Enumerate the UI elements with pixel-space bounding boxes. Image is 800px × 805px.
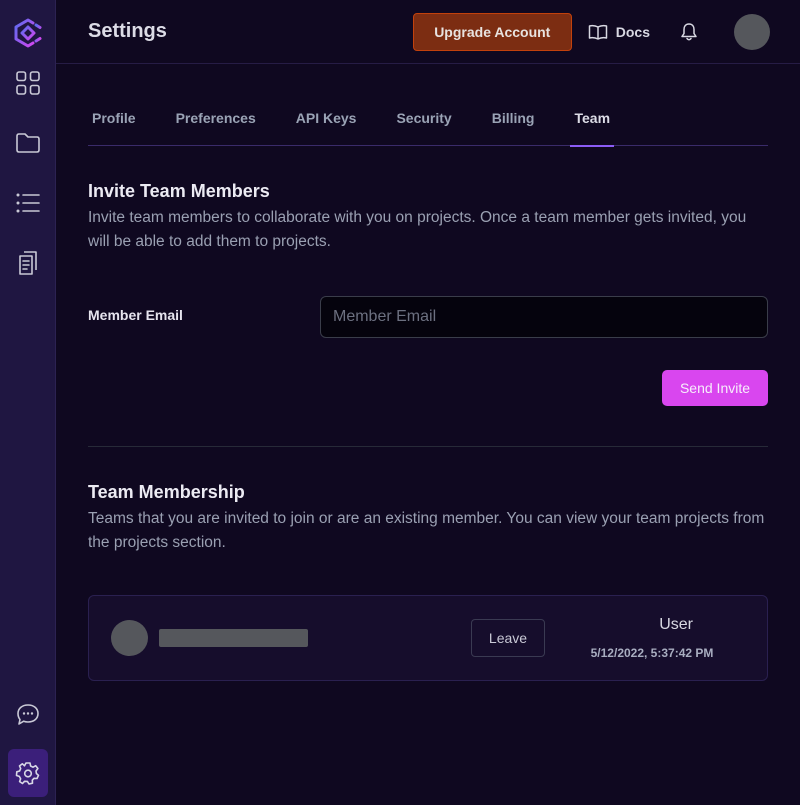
upgrade-account-button[interactable]: Upgrade Account	[412, 12, 572, 51]
sidebar-item-documents[interactable]	[8, 243, 48, 283]
sidebar	[0, 0, 56, 805]
member-meta: User 5/12/2022, 5:37:42 PM	[585, 616, 719, 660]
member-email-input[interactable]	[320, 296, 768, 338]
leave-team-button[interactable]: Leave	[471, 619, 545, 657]
app-logo-icon[interactable]	[12, 17, 44, 49]
chat-icon	[16, 704, 39, 725]
sidebar-nav	[8, 63, 48, 283]
settings-content: Profile Preferences API Keys Security Bi…	[56, 97, 800, 681]
email-label: Member Email	[88, 307, 183, 323]
sidebar-item-projects[interactable]	[8, 123, 48, 163]
main-panel: Settings Upgrade Account Docs Profile Pr…	[56, 0, 800, 805]
user-avatar[interactable]	[734, 13, 770, 50]
membership-description: Teams that you are invited to join or ar…	[88, 510, 765, 551]
team-member-card: Leave User 5/12/2022, 5:37:42 PM	[88, 595, 768, 681]
section-divider	[88, 446, 768, 447]
member-name-placeholder	[159, 629, 308, 647]
sidebar-item-chat[interactable]	[8, 695, 48, 735]
membership-section: Team Membership Teams that you are invit…	[88, 482, 768, 681]
tab-preferences[interactable]: Preferences	[176, 97, 256, 146]
top-bar: Settings Upgrade Account Docs	[56, 0, 800, 64]
send-invite-row: Send Invite	[88, 370, 768, 406]
folder-icon	[15, 133, 40, 153]
notifications-button[interactable]	[680, 22, 698, 42]
membership-title: Team Membership	[88, 482, 245, 502]
settings-tabs: Profile Preferences API Keys Security Bi…	[88, 97, 768, 147]
sidebar-item-list[interactable]	[8, 183, 48, 223]
app-root: Settings Upgrade Account Docs Profile Pr…	[0, 0, 800, 805]
page-title: Settings	[88, 20, 167, 42]
grid-icon	[15, 71, 40, 95]
docs-label: Docs	[615, 23, 650, 40]
tab-team[interactable]: Team	[570, 97, 614, 147]
member-joined-date: 5/12/2022, 5:37:42 PM	[590, 646, 714, 660]
member-role: User	[659, 616, 693, 633]
sidebar-item-settings[interactable]	[7, 749, 48, 797]
book-icon	[588, 24, 608, 40]
member-avatar	[111, 620, 148, 656]
sidebar-item-dashboard[interactable]	[8, 63, 48, 103]
send-invite-button[interactable]: Send Invite	[662, 370, 768, 406]
invite-title: Invite Team Members	[88, 181, 270, 201]
email-form-row: Member Email	[88, 296, 768, 338]
gear-icon	[15, 762, 39, 785]
tab-billing[interactable]: Billing	[492, 97, 535, 146]
tab-profile[interactable]: Profile	[92, 97, 136, 146]
docs-link[interactable]: Docs	[588, 24, 650, 40]
tab-api-keys[interactable]: API Keys	[296, 97, 357, 146]
list-icon	[16, 193, 40, 213]
invite-description: Invite team members to collaborate with …	[88, 209, 747, 250]
invite-section: Invite Team Members Invite team members …	[88, 181, 768, 406]
sidebar-bottom-nav	[7, 695, 48, 797]
tab-security[interactable]: Security	[396, 97, 451, 146]
bell-icon	[681, 22, 697, 40]
documents-icon	[18, 251, 37, 275]
